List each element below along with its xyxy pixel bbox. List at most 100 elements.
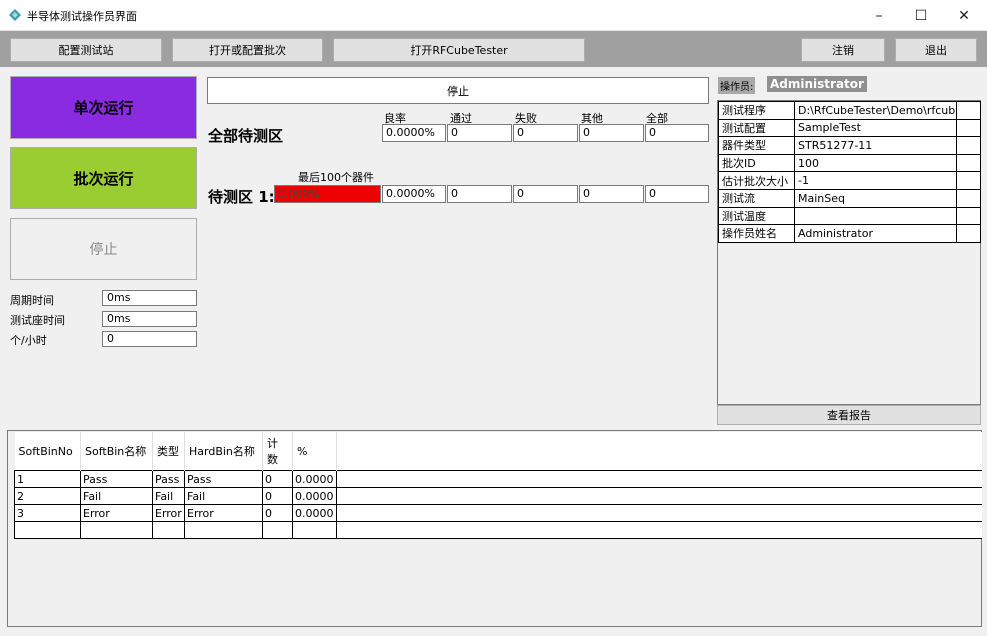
zone1-title: 待测区 1: [208,188,275,206]
bin-cell [292,521,337,539]
bin-cell [80,521,153,539]
bin-column-header[interactable]: 类型 [152,432,185,471]
info-value: STR51277-11 [794,136,957,155]
info-key: 器件类型 [718,136,795,155]
bin-cell [152,521,185,539]
bin-cell: Error [184,504,263,522]
info-extra [956,136,981,155]
bin-cell [14,521,81,539]
batch-run-button[interactable]: 批次运行 [10,147,197,209]
bin-cell: 0 [262,470,293,488]
info-extra [956,101,981,120]
bin-table-panel: SoftBinNo SoftBin名称 类型 HardBin名称 计数% 1 Pass Pa… [7,430,982,627]
table-row[interactable]: 2 Fail Fail Fail 0 0.0000 [14,487,982,505]
info-extra [956,118,981,138]
title-bar [0,0,987,31]
bin-row-filler [336,470,982,488]
info-extra [956,153,981,173]
socket-time-label: 测试座时间 [10,314,65,327]
info-key: 批次ID [718,153,795,173]
info-extra [956,206,981,226]
bin-cell: 0 [262,487,293,505]
open-rfcubetester-button[interactable]: 打开RFCubeTester [333,38,585,62]
bin-cell: 0 [262,504,293,522]
status-stop-bar: 停止 [207,77,709,104]
cycle-time-label: 周期时间 [10,294,54,307]
bin-cell: 2 [14,487,81,505]
bin-cell: 0.0000 [292,470,337,488]
info-key: 测试流 [718,188,795,208]
info-key: 操作员姓名 [718,224,795,243]
window-title: 半导体测试操作员界面 [27,10,137,23]
info-value: 100 [794,153,957,173]
bin-cell: Error [152,504,185,522]
maximize-button[interactable]: ☐ [898,0,944,31]
bin-column-header[interactable]: HardBin名称 [184,432,263,471]
info-row: 估计批次大小 -1 [718,171,981,190]
table-row[interactable] [14,521,982,539]
bin-cell: Pass [184,470,263,488]
all-zone-title: 全部待测区 [208,127,284,145]
zone1-other: 0 [579,185,644,203]
exit-button[interactable]: 退出 [895,38,977,62]
single-run-button[interactable]: 单次运行 [10,76,197,139]
minimize-button[interactable]: – [856,0,902,31]
bin-row-filler [336,504,982,522]
info-extra [956,171,981,190]
configure-station-button[interactable]: 配置测试站 [10,38,162,62]
close-button[interactable]: ✕ [941,0,987,31]
info-table: 测试程序 D:\RfCubeTester\Demo\rfcub 测试配置 Sample… [718,101,981,243]
stop-button[interactable]: 停止 [10,218,197,280]
info-value: Administrator [794,224,957,243]
bin-cell: Pass [152,470,185,488]
open-config-lot-button[interactable]: 打开或配置批次 [172,38,323,62]
bin-column-header[interactable]: 计数 [262,432,293,471]
all-zone-fail: 0 [513,124,578,142]
zone1-pass: 0 [447,185,512,203]
cycle-time-field: 0ms [102,290,197,306]
logout-button[interactable]: 注销 [801,38,885,62]
info-key: 估计批次大小 [718,171,795,190]
info-row: 测试流 MainSeq [718,188,981,208]
bin-cell: Fail [184,487,263,505]
info-value: MainSeq [794,188,957,208]
bin-table: SoftBinNo SoftBin名称 类型 HardBin名称 计数% 1 Pass Pa… [14,432,982,539]
all-zone-pass: 0 [447,124,512,142]
view-report-button[interactable]: 查看报告 [717,405,981,425]
all-zone-total: 0 [645,124,709,142]
all-zone-other: 0 [579,124,644,142]
info-panel: 测试程序 D:\RfCubeTester\Demo\rfcub 测试配置 Sample… [717,100,981,405]
operator-name: Administrator [767,76,867,92]
bin-cell: Fail [80,487,153,505]
bin-cell [262,521,293,539]
per-hour-field: 0 [102,331,197,347]
info-row: 器件类型 STR51277-11 [718,136,981,155]
bin-cell: 3 [14,504,81,522]
info-extra [956,188,981,208]
info-key: 测试程序 [718,101,795,120]
table-row[interactable]: 3 Error Error Error 0 0.0000 [14,504,982,522]
all-zone-yield: 0.0000% [382,124,446,142]
info-extra [956,224,981,243]
bin-cell: 0.0000 [292,504,337,522]
bin-column-header[interactable]: % [292,432,337,471]
zone1-yield: 0.0000% [382,185,446,203]
bin-cell: 0.0000 [292,487,337,505]
info-value: D:\RfCubeTester\Demo\rfcub [794,101,957,120]
info-row: 批次ID 100 [718,153,981,173]
table-row[interactable]: 1 Pass Pass Pass 0 0.0000 [14,470,982,488]
info-row: 操作员姓名 Administrator [718,224,981,243]
zone1-fail: 0 [513,185,578,203]
bin-column-header[interactable]: SoftBin名称 [80,432,153,471]
bin-cell: Pass [80,470,153,488]
bin-cell [184,521,263,539]
per-hour-label: 个/小时 [10,334,47,347]
bin-column-header[interactable]: SoftBinNo [14,432,81,471]
operator-label: 操作员: [718,77,756,94]
bin-header-filler [336,432,982,471]
info-key: 测试温度 [718,206,795,226]
bin-cell: Error [80,504,153,522]
info-row: 测试配置 SampleTest [718,118,981,138]
info-value [794,206,957,226]
app-icon [9,9,21,21]
